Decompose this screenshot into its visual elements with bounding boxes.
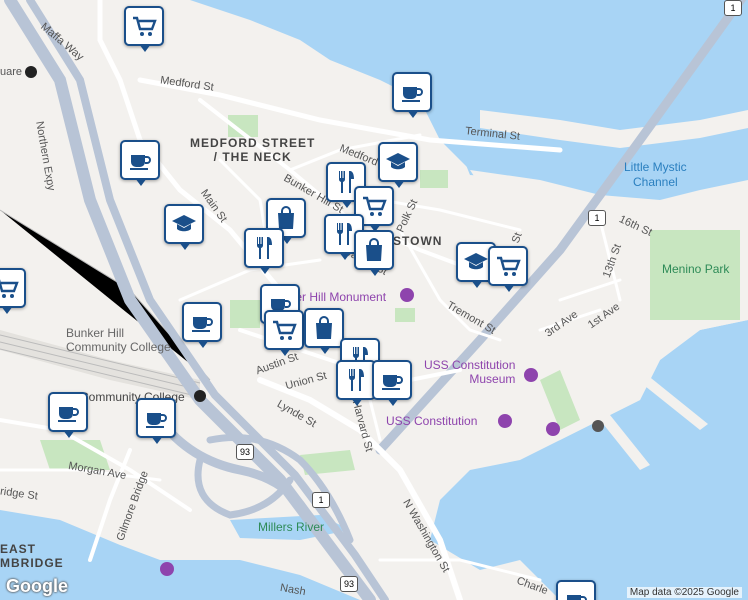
neighborhood-charlestown: STOWN — [393, 234, 443, 248]
marker-m17[interactable] — [304, 308, 344, 354]
coffee-icon — [382, 375, 403, 390]
bag-icon — [316, 316, 332, 339]
transit-station-icon[interactable] — [194, 390, 206, 402]
poi-label-bunker-hill-cc[interactable]: Bunker Hill Community College — [66, 326, 171, 354]
marker-m11[interactable] — [354, 230, 394, 276]
transit-station-icon[interactable] — [25, 66, 37, 78]
route-shield: 93 — [340, 576, 358, 592]
coffee-icon — [567, 595, 587, 600]
marker-m7[interactable] — [164, 204, 204, 250]
graduation-cap-icon — [172, 215, 196, 232]
coffee-icon — [130, 155, 151, 170]
marker-m1[interactable] — [124, 6, 164, 52]
google-logo[interactable]: Google — [6, 576, 68, 597]
ferry-icon[interactable] — [592, 420, 604, 432]
coffee-icon — [192, 317, 213, 332]
marker-m22[interactable] — [136, 398, 176, 444]
route-shield: 1 — [724, 0, 742, 16]
route-shield: 1 — [588, 210, 606, 226]
marker-m21[interactable] — [48, 392, 88, 438]
neighborhood-line-1: MEDFORD STREET — [190, 136, 316, 150]
marker-m2[interactable] — [392, 72, 432, 118]
cart-icon — [0, 279, 19, 298]
marker-m4[interactable] — [120, 140, 160, 186]
graduation-cap-icon — [464, 253, 488, 270]
map-canvas[interactable]: Medford St Medford St Maffa Way Northern… — [0, 0, 748, 600]
neighborhood-east-cambridge: EAST MBRIDGE — [0, 542, 64, 570]
cart-icon — [273, 320, 297, 340]
street-label-square: uare — [0, 66, 23, 78]
ship-icon[interactable] — [498, 414, 512, 428]
graduation-cap-icon — [386, 153, 410, 170]
marker-m10[interactable] — [244, 228, 284, 274]
museum-icon[interactable] — [160, 562, 174, 576]
coffee-icon — [58, 407, 79, 422]
water-label-little-mystic: Little Mystic Channel — [624, 160, 687, 189]
marker-m3[interactable] — [378, 142, 418, 188]
neighborhood-line-2: / THE NECK — [213, 150, 292, 164]
marker-m24[interactable] — [556, 580, 596, 600]
neighborhood-line-2: MBRIDGE — [0, 556, 64, 570]
cart-icon — [363, 196, 387, 216]
coffee-icon — [402, 87, 423, 102]
marker-m23[interactable] — [0, 268, 26, 314]
utensils-icon — [256, 237, 272, 259]
poi-label-uss-constitution-museum[interactable]: USS Constitution Museum — [424, 358, 515, 386]
park-label-millers-river: Millers River — [258, 520, 324, 534]
route-shield: 93 — [236, 444, 254, 460]
marker-m20[interactable] — [372, 360, 412, 406]
museum-icon[interactable] — [524, 368, 538, 382]
park-4 — [420, 170, 448, 188]
marker-m15[interactable] — [182, 302, 222, 348]
bag-icon — [366, 238, 382, 261]
neighborhood-line-1: EAST — [0, 542, 37, 556]
utensils-icon — [348, 369, 364, 391]
marker-m19[interactable] — [336, 360, 376, 406]
park-1 — [230, 300, 260, 328]
neighborhood-medford-street: MEDFORD STREET / THE NECK — [190, 136, 315, 164]
poi-label-uss-constitution[interactable]: USS Constitution — [386, 414, 477, 428]
park-label-menino-park: Menino Park — [662, 262, 730, 276]
cart-icon — [133, 16, 157, 36]
route-shield: 1 — [312, 492, 330, 508]
marker-m13[interactable] — [488, 246, 528, 292]
monument-icon[interactable] — [400, 288, 414, 302]
park-3 — [395, 308, 415, 322]
cart-icon — [497, 256, 521, 276]
coffee-icon — [146, 413, 167, 428]
map-data-attribution[interactable]: Map data ©2025 Google — [626, 587, 742, 598]
marker-m16[interactable] — [264, 310, 304, 356]
museum-icon[interactable] — [546, 422, 560, 436]
